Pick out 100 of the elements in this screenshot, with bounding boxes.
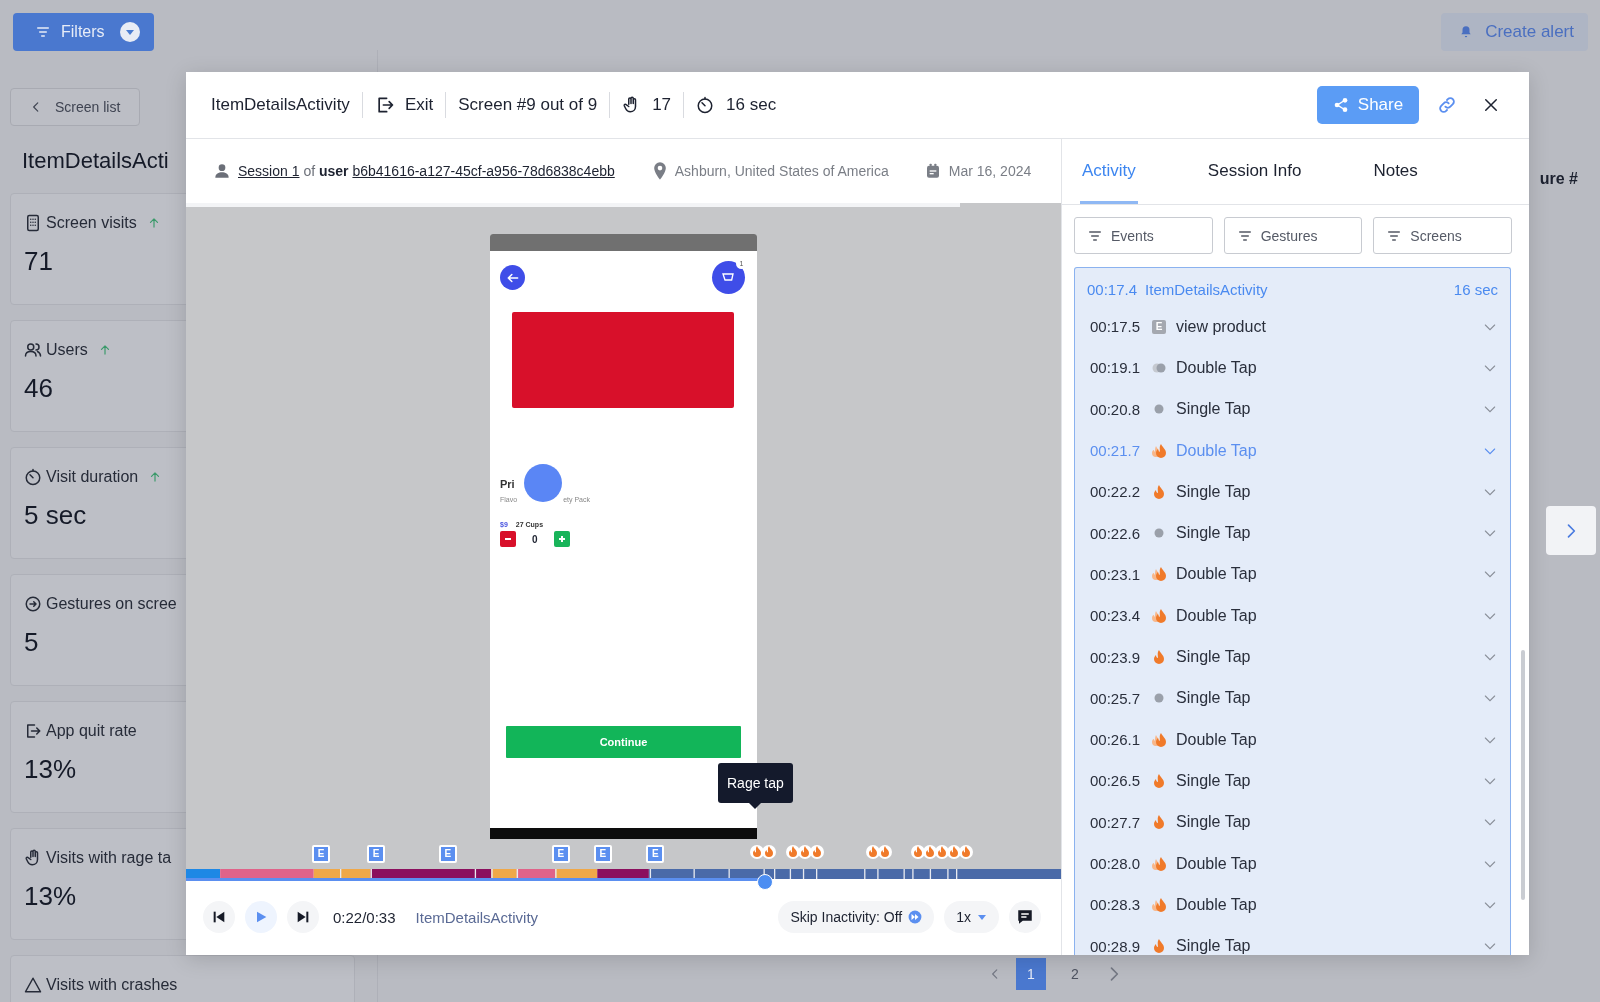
page-title: ItemDetailsActi bbox=[22, 148, 169, 175]
session-location: Ashburn, United States of America bbox=[674, 163, 889, 179]
double-flame-icon bbox=[1150, 566, 1168, 583]
event-label: Single Tap bbox=[1176, 648, 1251, 666]
warning-icon bbox=[24, 976, 42, 994]
activity-row[interactable]: 00:25.7 Single Tap bbox=[1075, 677, 1510, 719]
screen-title: ItemDetailsActivity bbox=[211, 95, 350, 115]
timer-icon bbox=[696, 96, 715, 114]
back-button[interactable] bbox=[500, 265, 525, 290]
screen-name: ItemDetailsActivity bbox=[1145, 280, 1268, 298]
scrollbar[interactable] bbox=[1521, 650, 1525, 900]
previous-button[interactable] bbox=[203, 901, 235, 933]
tap-indicator bbox=[524, 464, 562, 502]
activity-row[interactable]: 00:28.0 Double Tap bbox=[1075, 842, 1510, 885]
event-label: Double Tap bbox=[1176, 895, 1257, 914]
comment-button[interactable] bbox=[1009, 901, 1041, 933]
timeline-track[interactable] bbox=[186, 869, 1061, 889]
event-time: 00:20.8 bbox=[1090, 400, 1142, 418]
filter-dropdown[interactable]: Screens bbox=[1373, 217, 1512, 254]
event-label: view product bbox=[1176, 317, 1266, 336]
metric-value: 13% bbox=[24, 754, 78, 785]
tooltip-pointer-icon bbox=[749, 803, 762, 809]
exit-button[interactable]: Exit bbox=[374, 95, 434, 115]
screen-timestamp: 00:17.4 bbox=[1087, 280, 1138, 298]
metric-value: 13% bbox=[24, 881, 78, 912]
tab[interactable]: Activity bbox=[1080, 137, 1138, 204]
metric-value: 5 bbox=[24, 627, 40, 658]
double-dot-icon bbox=[1150, 361, 1168, 374]
close-icon bbox=[1482, 96, 1500, 114]
share-icon bbox=[1332, 97, 1349, 113]
screen-list-button[interactable]: Screen list bbox=[10, 88, 140, 126]
event-time: 00:23.1 bbox=[1090, 565, 1142, 583]
event-label: Single Tap bbox=[1176, 813, 1251, 832]
event-label: Single Tap bbox=[1176, 689, 1251, 708]
metric-label: Screen visits bbox=[46, 214, 137, 232]
activity-row[interactable]: 00:28.3 Double Tap bbox=[1075, 884, 1510, 926]
caret-icon bbox=[977, 912, 987, 922]
metric-label: Visits with rage ta bbox=[46, 849, 172, 867]
screen-duration: 16 sec bbox=[726, 95, 777, 115]
filters-button[interactable]: Filters bbox=[13, 12, 154, 51]
activity-row[interactable]: 00:27.7 Single Tap bbox=[1075, 801, 1510, 843]
play-button[interactable] bbox=[245, 901, 277, 933]
location-pin-icon bbox=[652, 162, 667, 180]
event-time: 00:23.9 bbox=[1090, 648, 1142, 666]
activity-row[interactable]: 00:22.2 Single Tap bbox=[1075, 471, 1510, 513]
session-link[interactable]: Session 1 bbox=[238, 163, 300, 179]
user-id-link[interactable]: b6b41616-a127-45cf-a956-78d6838c4ebb bbox=[352, 163, 615, 179]
activity-row[interactable]: 00:28.9 Single Tap bbox=[1075, 925, 1510, 955]
activity-row[interactable]: 00:26.5 Single Tap bbox=[1075, 760, 1510, 802]
event-time: 00:28.9 bbox=[1090, 937, 1142, 955]
double-flame-icon bbox=[1150, 896, 1168, 913]
page-button[interactable]: 2 bbox=[1060, 958, 1090, 990]
activity-row[interactable]: 00:17.5 E view product bbox=[1075, 306, 1510, 348]
previous-icon bbox=[211, 909, 227, 925]
event-time: 00:23.4 bbox=[1090, 607, 1142, 625]
session-info: Session 1 of user b6b41616-a127-45cf-a956-78d6838c4ebb bbox=[238, 163, 615, 179]
tooltip: Rage tap bbox=[718, 763, 793, 803]
event-time: 00:28.3 bbox=[1090, 896, 1142, 914]
screen-position: Screen #9 out of 9 bbox=[458, 95, 598, 115]
metric-value: 46 bbox=[24, 373, 54, 404]
exit-icon bbox=[24, 722, 42, 740]
activity-row[interactable]: 00:23.4 Double Tap bbox=[1075, 595, 1510, 637]
metric-value: 5 sec bbox=[24, 500, 88, 531]
event-label: Single Tap bbox=[1176, 482, 1251, 501]
minus-button[interactable] bbox=[500, 531, 516, 547]
tab[interactable]: Notes bbox=[1371, 137, 1420, 204]
event-time: 00:21.7 bbox=[1090, 442, 1142, 460]
event-time: 00:22.2 bbox=[1090, 483, 1142, 501]
activity-row[interactable]: 00:23.1 Double Tap bbox=[1075, 553, 1510, 596]
activity-row[interactable]: 00:20.8 Single Tap bbox=[1075, 388, 1510, 430]
comment-icon bbox=[1016, 908, 1034, 926]
filter-dropdown[interactable]: Events bbox=[1074, 217, 1213, 254]
current-screen-name: ItemDetailsActivity bbox=[415, 908, 539, 926]
activity-row[interactable]: 00:23.9 Single Tap bbox=[1075, 636, 1510, 678]
metric-label: Users bbox=[46, 341, 88, 359]
event-label: Double Tap bbox=[1176, 565, 1257, 584]
tab[interactable]: Session Info bbox=[1205, 137, 1304, 204]
filter-dropdown[interactable]: Gestures bbox=[1223, 217, 1363, 254]
metric-value: 71 bbox=[24, 246, 54, 277]
page-button[interactable]: 1 bbox=[1016, 958, 1046, 990]
metric-label: App quit rate bbox=[46, 722, 137, 740]
gesture-icon bbox=[24, 595, 42, 613]
event-time: 00:22.6 bbox=[1090, 524, 1142, 542]
event-label: Double Tap bbox=[1176, 441, 1257, 460]
event-label: Double Tap bbox=[1176, 358, 1257, 377]
event-label: Single Tap bbox=[1176, 400, 1251, 419]
skip-inactivity-toggle[interactable]: Skip Inactivity: Off bbox=[778, 901, 935, 933]
event-time: 00:28.0 bbox=[1090, 855, 1142, 872]
double-flame-icon bbox=[1150, 855, 1168, 872]
event-badge: E bbox=[1152, 319, 1166, 334]
speed-dropdown[interactable]: 1x bbox=[944, 901, 999, 933]
double-flame-icon bbox=[1150, 607, 1168, 624]
next-button[interactable] bbox=[287, 901, 319, 933]
event-time: 00:26.1 bbox=[1090, 731, 1142, 749]
activity-row[interactable]: 00:26.1 Double Tap bbox=[1075, 718, 1510, 761]
metric-label: Gestures on scree bbox=[46, 595, 177, 613]
plus-button[interactable] bbox=[553, 531, 570, 547]
users-icon bbox=[24, 341, 42, 359]
activity-row[interactable]: 00:19.1 Double Tap bbox=[1075, 347, 1510, 389]
activity-row[interactable]: 00:22.6 Single Tap bbox=[1075, 512, 1510, 554]
